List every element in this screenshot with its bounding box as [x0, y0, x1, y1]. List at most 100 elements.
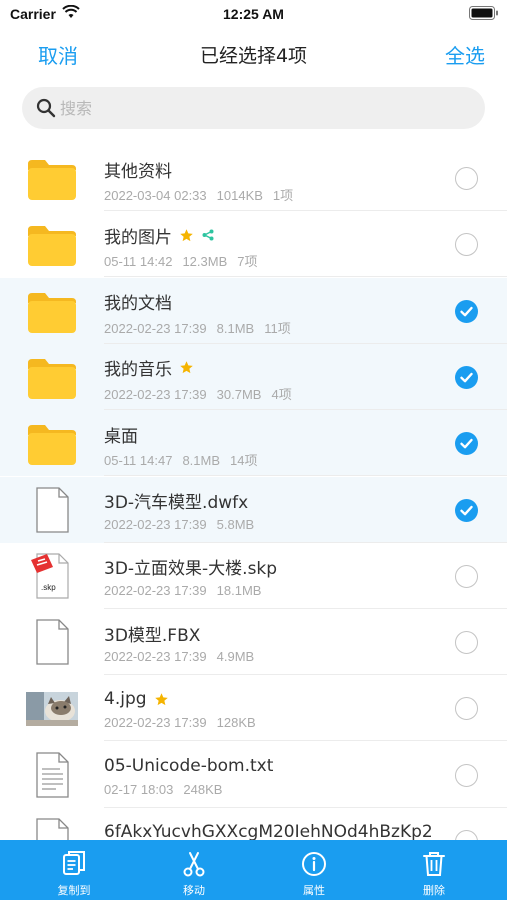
search-icon [36, 98, 56, 118]
file-icon [36, 486, 69, 533]
file-name-line: 4.jpg [104, 687, 169, 711]
toolbar-label: 复制到 [57, 884, 91, 897]
file-size: 1014KB [216, 188, 263, 203]
file-date: 2022-02-23 17:39 [104, 320, 207, 336]
cancel-button[interactable]: 取消 [38, 40, 78, 69]
file-meta: 2022-02-23 17:39 128KB [104, 715, 266, 730]
checkbox-unchecked[interactable] [455, 697, 478, 721]
checkbox-unchecked[interactable] [455, 233, 478, 257]
file-row[interactable]: 其他资料 2022-03-04 02:33 1014KB 1项 [0, 145, 507, 211]
file-date: 02-17 18:03 [104, 781, 174, 797]
file-size: 248KB [183, 781, 223, 797]
folder-icon [28, 292, 76, 333]
file-name: 我的图片 [104, 227, 172, 248]
file-icon [36, 818, 69, 840]
status-time: 12:25 AM [223, 6, 284, 22]
file-row[interactable]: 3D模型.FBX 2022-02-23 17:39 4.9MB [0, 609, 507, 676]
file-icon [36, 619, 69, 665]
file-date: 2022-02-23 17:39 [104, 582, 207, 598]
file-meta: 2022-03-04 02:33 1014KB 1项 [104, 185, 303, 204]
file-name-line: 其他资料 [104, 157, 172, 182]
file-item-count: 4项 [271, 386, 292, 402]
file-item-count: 7项 [237, 254, 258, 270]
checkbox-unchecked[interactable] [455, 830, 478, 840]
file-size: 18.1MB [216, 582, 262, 598]
nav-bar: 取消 已经选择4项 全选 [0, 28, 507, 78]
svg-text:.skp: .skp [41, 583, 56, 592]
skp-file-icon: .skp [31, 553, 69, 599]
file-name: 桌面 [104, 426, 138, 447]
checkbox-checked[interactable] [455, 365, 478, 389]
checkbox-unchecked[interactable] [455, 763, 478, 787]
info-icon [302, 852, 326, 876]
file-size: 4.9MB [216, 649, 255, 665]
file-name-line: 我的音乐 [104, 356, 194, 380]
folder-icon [28, 226, 76, 267]
file-name: 其他资料 [104, 161, 172, 182]
file-row[interactable]: 我的音乐 2022-02-23 17:39 30.7MB 4项 [0, 343, 507, 410]
toolbar-label: 属性 [303, 884, 325, 897]
checkbox-checked[interactable] [455, 432, 478, 456]
checkbox-unchecked[interactable] [455, 564, 478, 588]
properties-button[interactable]: 属性 [274, 840, 354, 900]
file-meta: 2022-02-23 17:39 4.9MB [104, 649, 264, 664]
file-row[interactable]: 3D-汽车模型.dwfx 2022-02-23 17:39 5.8MB [0, 476, 507, 543]
file-meta: 2022-02-23 17:39 5.8MB [104, 517, 264, 532]
star-icon [180, 229, 193, 241]
file-row[interactable]: .skp 3D-立面效果-大楼.skp 2022-02-23 17:39 18.1MB [0, 543, 507, 609]
checkmark-icon [460, 372, 473, 383]
file-size: 128KB [216, 715, 256, 731]
file-size: 5.8MB [216, 516, 255, 532]
toolbar-label: 删除 [423, 884, 445, 897]
file-date: 2022-02-23 17:39 [104, 516, 207, 532]
checkmark-icon [460, 438, 473, 449]
file-row[interactable]: 我的文档 2022-02-23 17:39 8.1MB 11项 [0, 277, 507, 344]
checkbox-checked[interactable] [455, 299, 478, 323]
checkbox-checked[interactable] [455, 498, 478, 522]
file-meta: 02-17 18:03 248KB [104, 782, 232, 797]
file-name: 4.jpg [104, 689, 147, 710]
file-row[interactable]: 6fAkxYucvhGXXcgM20IehNOd4hBzKp2 [0, 808, 507, 840]
select-all-button[interactable]: 全选 [445, 40, 485, 69]
file-name-line: 我的文档 [104, 290, 172, 314]
trash-icon [423, 852, 445, 876]
file-meta: 2022-02-23 17:39 30.7MB 4项 [104, 384, 302, 403]
file-name-line: 05-Unicode-bom.txt [104, 754, 273, 778]
folder-icon [28, 160, 76, 200]
search-input[interactable] [60, 87, 470, 129]
checkbox-unchecked[interactable] [455, 167, 478, 190]
file-name-line: 3D-立面效果-大楼.skp [104, 555, 277, 579]
file-name: 我的音乐 [104, 360, 172, 381]
file-size: 8.1MB [216, 320, 255, 336]
scissors-icon [183, 852, 205, 877]
file-item-count: 14项 [230, 453, 258, 469]
file-row[interactable]: 桌面 05-11 14:47 8.1MB 14项 [0, 410, 507, 477]
file-name-line: 6fAkxYucvhGXXcgM20IehNOd4hBzKp2 [104, 820, 433, 840]
move-button[interactable]: 移动 [154, 840, 234, 900]
checkbox-unchecked[interactable] [455, 631, 478, 655]
text-file-icon [36, 752, 69, 798]
folder-icon [28, 358, 76, 399]
file-name: 05-Unicode-bom.txt [104, 755, 274, 776]
checkmark-icon [460, 505, 473, 515]
file-name: 6fAkxYucvhGXXcgM20IehNOd4hBzKp2 [104, 822, 433, 840]
file-row[interactable]: 4.jpg 2022-02-23 17:39 128KB [0, 675, 507, 742]
file-date: 2022-02-23 17:39 [104, 715, 207, 731]
star-icon [154, 693, 168, 706]
file-name-line: 桌面 [104, 422, 138, 447]
delete-button[interactable]: 删除 [394, 840, 474, 900]
copy-to-button[interactable]: 复制到 [34, 840, 114, 900]
folder-icon [28, 425, 76, 466]
star-icon [180, 361, 193, 374]
file-row[interactable]: 我的图片 05-11 14:42 12.3MB 7项 [0, 211, 507, 278]
file-meta: 2022-02-23 17:39 18.1MB [104, 583, 271, 598]
search-bar[interactable] [22, 87, 485, 129]
file-name: 3D-立面效果-大楼.skp [104, 559, 278, 580]
file-name-line: 我的图片 [104, 223, 214, 248]
file-row[interactable]: 05-Unicode-bom.txt 02-17 18:03 248KB [0, 742, 507, 808]
bottom-toolbar: 复制到 移动 属性 删除 [0, 840, 507, 900]
file-name-line: 3D模型.FBX [104, 621, 200, 646]
file-name-line: 3D-汽车模型.dwfx [104, 489, 248, 513]
toolbar-label: 移动 [183, 884, 205, 897]
file-item-count: 1项 [272, 188, 294, 203]
